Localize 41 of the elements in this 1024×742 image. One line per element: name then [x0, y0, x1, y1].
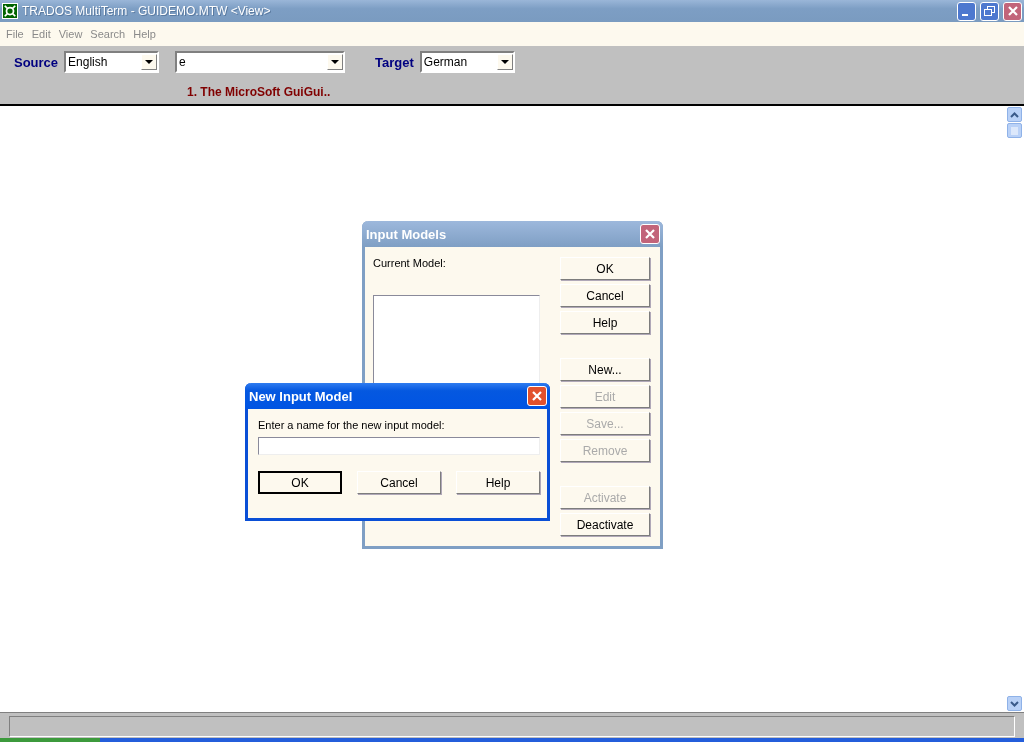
chevron-up-icon: [1010, 111, 1019, 118]
close-icon: [644, 228, 656, 240]
restore-icon: [984, 5, 995, 17]
current-model-label: Current Model:: [373, 257, 447, 269]
entry-title: 1. The MicroSoft GuiGui..: [187, 85, 331, 99]
target-label: Target: [375, 54, 414, 70]
dropdown-arrow-icon: [145, 60, 154, 64]
dialog-button[interactable]: Deactivate: [560, 513, 650, 536]
scroll-thumb[interactable]: [1007, 123, 1022, 138]
close-button[interactable]: [1003, 1, 1022, 21]
dialog-button[interactable]: Cancel: [357, 471, 441, 494]
window-title: TRADOS MultiTerm - GUIDEMO.MTW <View>: [22, 4, 272, 18]
chevron-down-icon: [1010, 700, 1019, 707]
target-language-dropdown[interactable]: German: [419, 51, 515, 73]
source-label: Source: [14, 54, 59, 70]
scroll-up-button[interactable]: [1007, 107, 1022, 122]
scroll-down-button[interactable]: [1007, 696, 1022, 711]
minimize-icon: [962, 14, 968, 16]
restore-button[interactable]: [980, 1, 999, 21]
dialog-title: New Input Model: [249, 388, 353, 404]
dialog-title: Input Models: [366, 226, 447, 242]
minimize-button[interactable]: [957, 1, 976, 21]
dropdown-arrow-icon: [500, 60, 509, 64]
term-search-combobox[interactable]: e: [175, 51, 346, 73]
close-icon: [531, 390, 543, 402]
dialog-button[interactable]: OK: [258, 471, 342, 494]
close-icon: [1006, 5, 1019, 17]
close-button[interactable]: [640, 224, 660, 244]
dialog-button[interactable]: New...: [560, 358, 650, 381]
dialog-button[interactable]: Help: [560, 311, 650, 334]
app-logo-icon: [2, 3, 18, 19]
dropdown-arrow-icon: [331, 60, 340, 64]
model-name-input[interactable]: [258, 437, 540, 455]
source-language-dropdown[interactable]: English: [64, 51, 160, 73]
dialog-button[interactable]: Cancel: [560, 284, 650, 307]
dialog-button[interactable]: Help: [456, 471, 540, 494]
close-button[interactable]: [527, 386, 547, 406]
dialog-button[interactable]: OK: [560, 257, 650, 280]
vertical-scrollbar[interactable]: [1007, 106, 1024, 712]
prompt-text: Enter a name for the new input model:: [258, 419, 446, 431]
grip-lines-icon: [1011, 126, 1018, 135]
